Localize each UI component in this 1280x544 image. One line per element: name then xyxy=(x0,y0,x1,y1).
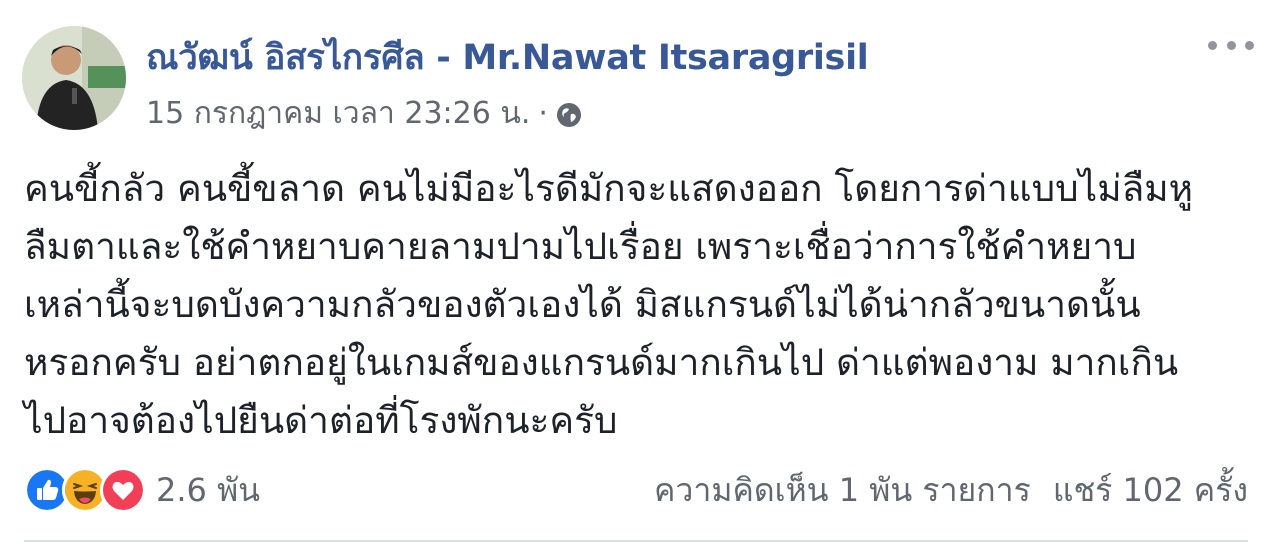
post-timestamp[interactable]: 15 กรกฎาคม เวลา 23:26 น. xyxy=(146,90,530,137)
more-horizontal-icon-dot xyxy=(1226,40,1236,50)
love-icon xyxy=(100,467,146,513)
divider xyxy=(24,540,1248,542)
facebook-post: ณวัฒน์ อิสรไกรศีล - Mr.Nawat Itsaragrisi… xyxy=(0,0,1280,544)
more-options-button[interactable] xyxy=(1208,30,1254,60)
avatar-photo xyxy=(22,26,126,130)
post-body-line: ไปอาจต้องไปยืนด่าต่อที่โรงพักนะครับ xyxy=(24,399,618,442)
author-name[interactable]: ณวัฒน์ อิสรไกรศีล - Mr.Nawat Itsaragrisi… xyxy=(146,30,869,85)
reactions-summary[interactable]: 2.6 พัน xyxy=(24,465,260,516)
more-horizontal-icon-dot xyxy=(1245,40,1254,50)
reaction-count[interactable]: 2.6 พัน xyxy=(156,465,260,516)
post-meta: 15 กรกฎาคม เวลา 23:26 น. · xyxy=(146,90,582,137)
post-body-line: คนขี้กลัว คนขี้ขลาด คนไม่มีอะไรดีมักจะแส… xyxy=(24,167,1194,210)
post-body: คนขี้กลัว คนขี้ขลาด คนไม่มีอะไรดีมักจะแส… xyxy=(24,160,1260,450)
post-body-line: เหล่านี้จะบดบังความกลัวของตัวเองได้ มิสแ… xyxy=(24,283,1141,326)
meta-separator: · xyxy=(538,96,548,131)
globe-icon[interactable] xyxy=(556,101,582,127)
post-stats: ความคิดเห็น 1 พัน รายการ แชร์ 102 ครั้ง xyxy=(654,465,1248,516)
post-body-line: หรอกครับ อย่าตกอยู่ในเกมส์ของแกรนด์มากเก… xyxy=(24,341,1179,384)
share-count-link[interactable]: แชร์ 102 ครั้ง xyxy=(1053,465,1248,516)
post-footer: 2.6 พัน ความคิดเห็น 1 พัน รายการ แชร์ 10… xyxy=(24,462,1248,518)
more-horizontal-icon xyxy=(1208,40,1217,50)
comment-count-link[interactable]: ความคิดเห็น 1 พัน รายการ xyxy=(654,465,1031,516)
avatar[interactable] xyxy=(22,26,126,130)
post-body-line: ลืมตาและใช้คำหยาบคายลามปามไปเรื่อย เพราะ… xyxy=(24,225,1137,268)
reaction-icons xyxy=(24,467,146,513)
